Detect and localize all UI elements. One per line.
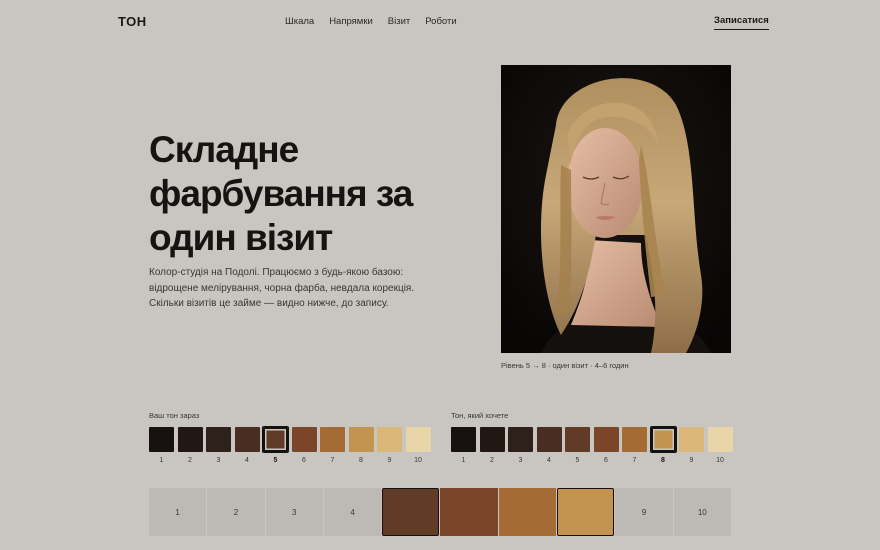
current-tone-swatch-1[interactable]: 1 — [149, 427, 174, 464]
target-tone-swatch-8[interactable]: 8 — [649, 426, 677, 464]
scale-segment-1: 1 — [149, 488, 207, 536]
color-chip — [508, 427, 533, 452]
color-chip — [262, 426, 289, 453]
color-chip — [320, 427, 345, 452]
swatch-number: 1 — [159, 457, 164, 464]
swatch-number: 1 — [461, 457, 466, 464]
current-tone-swatches: 1 2 3 4 5 6 7 8 9 10 — [149, 426, 431, 464]
swatch-number: 4 — [547, 457, 551, 464]
nav-item-works[interactable]: Роботи — [425, 16, 456, 27]
color-chip — [679, 427, 704, 452]
scale-segment-7: 7 — [498, 488, 557, 536]
target-tone-swatch-9[interactable]: 9 — [679, 427, 704, 464]
color-chip — [149, 427, 174, 452]
color-chip — [622, 427, 647, 452]
color-chip — [479, 427, 505, 452]
current-tone-swatch-7[interactable]: 7 — [320, 427, 345, 464]
current-tone-swatch-9[interactable]: 9 — [377, 427, 402, 464]
swatch-number: 6 — [604, 457, 608, 464]
swatch-number: 4 — [245, 457, 249, 464]
current-tone-swatch-3[interactable]: 3 — [206, 427, 231, 464]
color-chip — [405, 427, 431, 452]
hero-description: Колор-студія на Подолі. Працюємо з будь-… — [149, 267, 415, 309]
nav-item-visit[interactable]: Візит — [388, 16, 410, 27]
nav-item-directions[interactable]: Напрямки — [329, 16, 373, 27]
swatch-number: 10 — [716, 457, 724, 464]
current-tone-swatch-5[interactable]: 5 — [262, 426, 289, 464]
nav-item-scale[interactable]: Шкала — [285, 16, 314, 27]
swatch-number: 9 — [387, 457, 392, 464]
hero-title: Складне фарбування за один візит — [149, 129, 413, 258]
scale-segment-8: 8 — [557, 488, 615, 536]
target-tone-swatch-3[interactable]: 3 — [508, 427, 533, 464]
swatch-number: 8 — [359, 457, 363, 464]
color-chip — [707, 427, 733, 452]
current-tone-swatch-10[interactable]: 10 — [405, 427, 431, 464]
scale-segment-9: 9 — [615, 488, 673, 536]
logo[interactable]: ТОН — [118, 14, 147, 29]
scale-segment-10: 10 — [673, 488, 731, 536]
scale-segment-6: 6 — [440, 488, 498, 536]
target-tone-swatches: 1 2 3 4 5 6 7 8 9 10 — [451, 426, 733, 464]
tone-scale: 12345678910 — [149, 488, 731, 536]
portrait-illustration — [501, 65, 731, 353]
color-chip — [348, 427, 374, 452]
hero-photo — [501, 65, 731, 353]
swatch-number: 7 — [330, 457, 335, 464]
target-tone-swatch-5[interactable]: 5 — [565, 427, 590, 464]
target-tone-swatch-1[interactable]: 1 — [451, 427, 476, 464]
current-tone-label: Ваш тон зараз — [149, 411, 200, 420]
swatch-number: 5 — [273, 457, 278, 464]
main-nav: Шкала Напрямки Візит Роботи — [285, 16, 457, 27]
color-chip — [206, 427, 231, 452]
current-tone-swatch-6[interactable]: 6 — [291, 427, 317, 464]
color-chip — [649, 426, 677, 453]
swatch-number: 8 — [661, 457, 665, 464]
color-chip — [377, 427, 402, 452]
scale-segment-2: 2 — [207, 488, 265, 536]
swatch-number: 9 — [689, 457, 694, 464]
color-chip — [593, 427, 619, 452]
swatch-number: 6 — [302, 457, 306, 464]
target-tone-swatch-2[interactable]: 2 — [479, 427, 505, 464]
scale-segment-5: 5 — [382, 488, 440, 536]
color-chip — [451, 427, 476, 452]
current-tone-swatch-8[interactable]: 8 — [348, 427, 374, 464]
target-tone-swatch-10[interactable]: 10 — [707, 427, 733, 464]
swatch-number: 2 — [490, 457, 494, 464]
color-chip — [565, 427, 590, 452]
swatch-number: 3 — [216, 457, 221, 464]
current-tone-swatch-2[interactable]: 2 — [177, 427, 203, 464]
swatch-number: 3 — [518, 457, 523, 464]
book-button[interactable]: Записатися — [714, 15, 769, 30]
target-tone-swatch-4[interactable]: 4 — [536, 427, 562, 464]
color-chip — [291, 427, 317, 452]
current-tone-swatch-4[interactable]: 4 — [234, 427, 260, 464]
scale-segment-4: 4 — [323, 488, 382, 536]
swatch-number: 2 — [188, 457, 192, 464]
color-chip — [177, 427, 203, 452]
swatch-number: 10 — [414, 457, 422, 464]
color-chip — [234, 427, 260, 452]
scale-segment-3: 3 — [265, 488, 323, 536]
swatch-number: 7 — [632, 457, 637, 464]
target-tone-swatch-6[interactable]: 6 — [593, 427, 619, 464]
target-tone-label: Тон, який хочете — [451, 411, 509, 420]
swatch-number: 5 — [575, 457, 580, 464]
target-tone-swatch-7[interactable]: 7 — [622, 427, 647, 464]
photo-caption: Рівень 5 → 8 · один візит · 4–6 годин — [501, 361, 629, 370]
color-chip — [536, 427, 562, 452]
